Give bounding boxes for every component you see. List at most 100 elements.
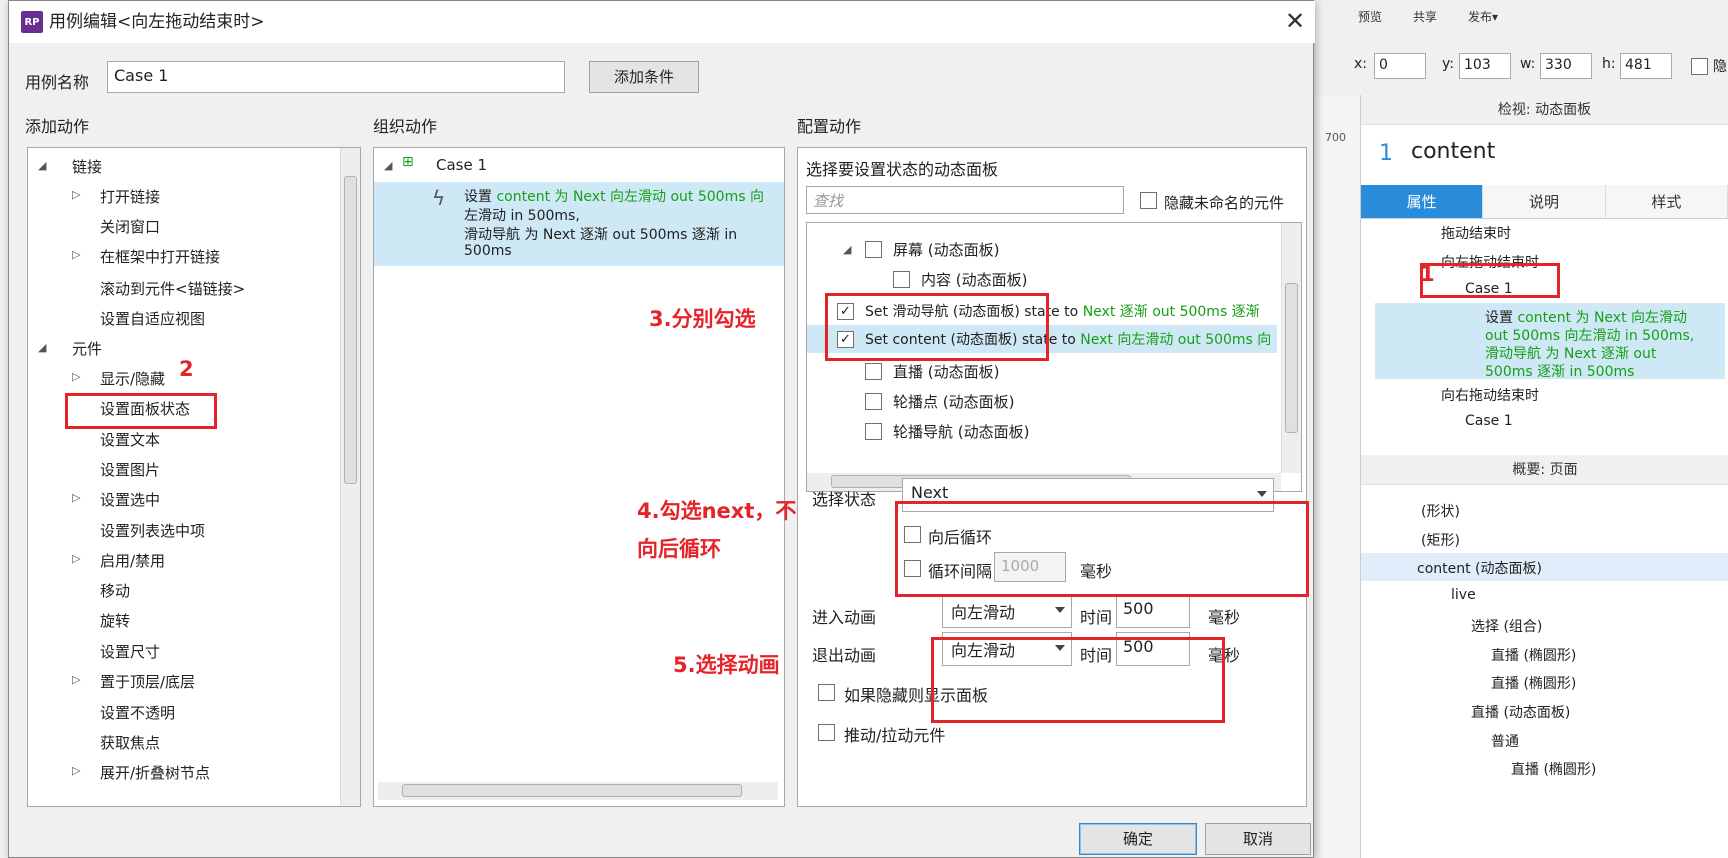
inspector-header: 检视: 动态面板 (1361, 95, 1728, 125)
preview-button[interactable]: 预览 (1358, 8, 1382, 25)
enter-time-input[interactable]: 500 (1116, 594, 1190, 628)
w-input[interactable]: 330 (1540, 53, 1592, 79)
panel-screen[interactable]: 屏幕 (动态面板) (893, 239, 999, 260)
tree-widgets[interactable]: 元件 (72, 338, 102, 359)
add-actions-heading: 添加动作 (25, 117, 90, 136)
annotation-5: 5.选择动画 (673, 653, 780, 677)
hide-checkbox[interactable] (1691, 58, 1708, 75)
panel-content-inner[interactable]: 内容 (动态面板) (921, 269, 1027, 290)
search-input[interactable]: 查找 (806, 186, 1124, 214)
chevron-down-icon (1257, 491, 1267, 497)
close-icon[interactable]: ✕ (1281, 7, 1309, 35)
outline-item[interactable]: 直播 (椭圆形) (1511, 759, 1596, 779)
widget-name[interactable]: content (1411, 139, 1495, 164)
tree-enable-disable[interactable]: 启用/禁用 (100, 550, 165, 571)
selected-action[interactable]: 设置 content 为 Next 向左滑动 out 500ms 向左滑动 in… (1375, 303, 1725, 380)
outline-item[interactable]: 直播 (动态面板) (1471, 702, 1570, 722)
outline-selected[interactable]: content (动态面板) (1361, 553, 1728, 581)
action-line2: out 500ms 向左滑动 in 500ms, (1485, 328, 1695, 344)
event-drag-end[interactable]: 拖动结束时 (1441, 223, 1511, 243)
tab-properties[interactable]: 属性 (1361, 185, 1484, 218)
annotation-2: 2 (179, 357, 194, 381)
enter-animation-dropdown[interactable]: 向左滑动 (942, 594, 1072, 628)
tree-open-link[interactable]: 打开链接 (100, 186, 160, 207)
organize-hscrollbar[interactable] (378, 782, 778, 800)
organize-selected-action[interactable]: ϟ 设置 content 为 Next 向左滑动 out 500ms 向 左滑动… (374, 182, 784, 266)
ruler: 700 (1310, 95, 1360, 858)
panel-live[interactable]: 直播 (动态面板) (893, 361, 999, 382)
enter-animation-value: 向左滑动 (951, 603, 1016, 622)
state-value: Next (911, 483, 949, 502)
outline-item[interactable]: 选择 (组合) (1471, 616, 1542, 636)
axure-rp-icon: RP (21, 11, 43, 33)
event-swipe-right[interactable]: 向右拖动结束时 (1441, 385, 1539, 405)
tree-scroll-to[interactable]: 滚动到元件<锚链接> (100, 278, 245, 299)
ruler-mark: 700 (1325, 131, 1346, 144)
outline-item[interactable]: content (动态面板) (1417, 558, 1542, 578)
tree-set-selected[interactable]: 设置选中 (100, 489, 160, 510)
tree-close-window[interactable]: 关闭窗口 (100, 216, 160, 237)
panel-checkbox[interactable] (865, 241, 882, 258)
push-pull-checkbox[interactable] (818, 724, 835, 741)
add-condition-button[interactable]: 添加条件 (589, 61, 699, 93)
panel-checkbox[interactable] (865, 393, 882, 410)
panel-checkbox[interactable] (865, 363, 882, 380)
organize-actions-heading: 组织动作 (373, 117, 438, 136)
add-actions-tree: ◢ 链接 ▷ 打开链接 关闭窗口 ▷ 在框架中打开链接 滚动到元件<锚链接> 设… (27, 147, 361, 807)
tree-set-size[interactable]: 设置尺寸 (100, 641, 160, 662)
chevron-down-icon (1055, 607, 1065, 613)
tab-style[interactable]: 样式 (1605, 185, 1728, 218)
outline-item[interactable]: 直播 (椭圆形) (1491, 673, 1576, 693)
publish-button[interactable]: 发布▾ (1468, 8, 1498, 25)
y-input[interactable]: 103 (1459, 53, 1511, 79)
tree-set-image[interactable]: 设置图片 (100, 459, 160, 480)
outline-item[interactable]: live (1451, 587, 1476, 603)
organize-line3: 滑动导航 为 Next 逐渐 out 500ms 逐渐 in (464, 227, 738, 243)
tree-get-focus[interactable]: 获取焦点 (100, 732, 160, 753)
tree-open-in-frame[interactable]: 在框架中打开链接 (100, 246, 220, 267)
panel-checkbox[interactable] (893, 271, 910, 288)
configure-actions-heading: 配置动作 (797, 117, 862, 136)
exit-animation-label: 退出动画 (812, 646, 877, 665)
outline-item[interactable]: (形状) (1421, 501, 1460, 521)
annotation-3: 3.分别勾选 (649, 307, 756, 331)
case-name-input[interactable]: Case 1 (107, 61, 565, 93)
outline-item[interactable]: 普通 (1491, 731, 1519, 751)
organize-case[interactable]: Case 1 (436, 156, 487, 174)
tree-set-list-selected[interactable]: 设置列表选中项 (100, 520, 205, 541)
panel-checkbox[interactable] (865, 423, 882, 440)
dialog-title: 用例编辑<向左拖动结束时> (9, 1, 1315, 43)
outline-item[interactable]: (矩形) (1421, 530, 1460, 550)
lightning-icon: ϟ (432, 186, 446, 210)
panel-carousel-nav[interactable]: 轮播导航 (动态面板) (893, 421, 1029, 442)
tree-set-opacity[interactable]: 设置不透明 (100, 702, 175, 723)
case-editor-dialog: 用例编辑<向左拖动结束时> RP ✕ 用例名称 Case 1 添加条件 添加动作… (8, 0, 1315, 858)
x-input[interactable]: 0 (1374, 53, 1426, 79)
organize-line4: 500ms (464, 243, 512, 259)
organize-line1-prefix: 设置 (464, 189, 497, 205)
tree-links[interactable]: 链接 (72, 156, 102, 177)
outline-item[interactable]: 直播 (椭圆形) (1491, 645, 1576, 665)
tree-move[interactable]: 移动 (100, 580, 130, 601)
tree-set-text[interactable]: 设置文本 (100, 429, 160, 450)
cancel-button[interactable]: 取消 (1205, 823, 1311, 855)
panel-list-vscrollbar[interactable] (1281, 223, 1301, 473)
hide-unnamed-checkbox[interactable] (1140, 192, 1157, 209)
tree-show-hide[interactable]: 显示/隐藏 (100, 368, 165, 389)
ok-button[interactable]: 确定 (1079, 823, 1197, 855)
highlight-state (895, 501, 1309, 597)
tree-set-adaptive[interactable]: 设置自适应视图 (100, 308, 205, 329)
h-input[interactable]: 481 (1620, 53, 1672, 79)
tree-rotate[interactable]: 旋转 (100, 610, 130, 631)
show-if-hidden-checkbox[interactable] (818, 684, 835, 701)
event-case1b[interactable]: Case 1 (1465, 413, 1513, 429)
add-actions-scrollbar[interactable] (340, 148, 360, 806)
share-button[interactable]: 共享 (1413, 8, 1437, 25)
tree-expand-collapse[interactable]: 展开/折叠树节点 (100, 762, 210, 783)
panel-carousel-dot[interactable]: 轮播点 (动态面板) (893, 391, 1014, 412)
action-line4: 500ms 逐渐 in 500ms (1485, 364, 1635, 380)
tab-notes[interactable]: 说明 (1483, 185, 1606, 218)
organize-line2: 左滑动 in 500ms, (464, 208, 580, 224)
tree-bring-front-back[interactable]: 置于顶层/底层 (100, 671, 195, 692)
organize-actions-panel: ◢ ⊞ Case 1 ϟ 设置 content 为 Next 向左滑动 out … (373, 147, 785, 807)
